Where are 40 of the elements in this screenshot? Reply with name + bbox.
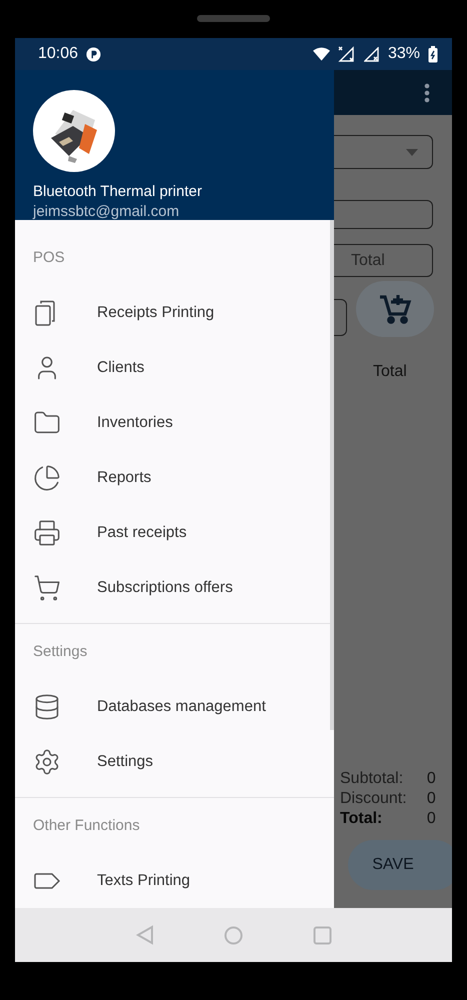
battery-icon: [428, 46, 438, 62]
menu-item[interactable]: Inventories: [97, 414, 173, 432]
section-title: Other Functions: [32, 816, 141, 836]
summary-value: 0: [426, 810, 437, 828]
summary-label: Total:: [340, 810, 384, 828]
summary-label: Discount:: [340, 790, 408, 808]
battery-level: 33%: [388, 45, 420, 63]
menu-item[interactable]: Reports: [97, 468, 152, 486]
menu-item[interactable]: Clients: [97, 358, 144, 376]
recents-button[interactable]: [312, 926, 332, 944]
signal-icon: [338, 46, 356, 62]
settings-icon: [33, 748, 61, 776]
caret-icon: [406, 148, 418, 156]
summary-value: 0: [426, 770, 437, 788]
back-button[interactable]: [136, 925, 154, 945]
menu-item[interactable]: Texts Printing: [97, 872, 190, 890]
notification-icon: [86, 46, 102, 62]
menu-item[interactable]: Databases management: [97, 698, 266, 716]
home-button[interactable]: [224, 926, 242, 944]
total-column-header: Total: [373, 363, 407, 381]
menu-item[interactable]: Receipts Printing: [97, 304, 214, 322]
cart-plus-icon: [378, 292, 412, 326]
account-name: Bluetooth Thermal printer: [33, 183, 203, 200]
wifi-icon: [312, 47, 330, 61]
signal-icon: [364, 46, 380, 62]
menu-item[interactable]: Subscriptions offers: [97, 578, 233, 596]
section-title: POS: [32, 248, 66, 268]
database-icon: [33, 692, 61, 720]
summary-value: 0: [426, 790, 437, 808]
menu-item[interactable]: Settings: [97, 752, 154, 770]
account-email: jeimssbtc@gmail.com: [33, 203, 180, 220]
cart-icon: [33, 574, 61, 602]
pie-chart-icon: [33, 464, 61, 492]
more-icon[interactable]: [424, 82, 430, 102]
status-time: 10:06: [38, 45, 78, 63]
scrollbar-thumb[interactable]: [330, 220, 334, 730]
section-title: Settings: [32, 642, 88, 662]
summary-label: Subtotal:: [340, 770, 404, 788]
printer-icon: [33, 518, 61, 546]
menu-item[interactable]: Past receipts: [97, 524, 187, 542]
